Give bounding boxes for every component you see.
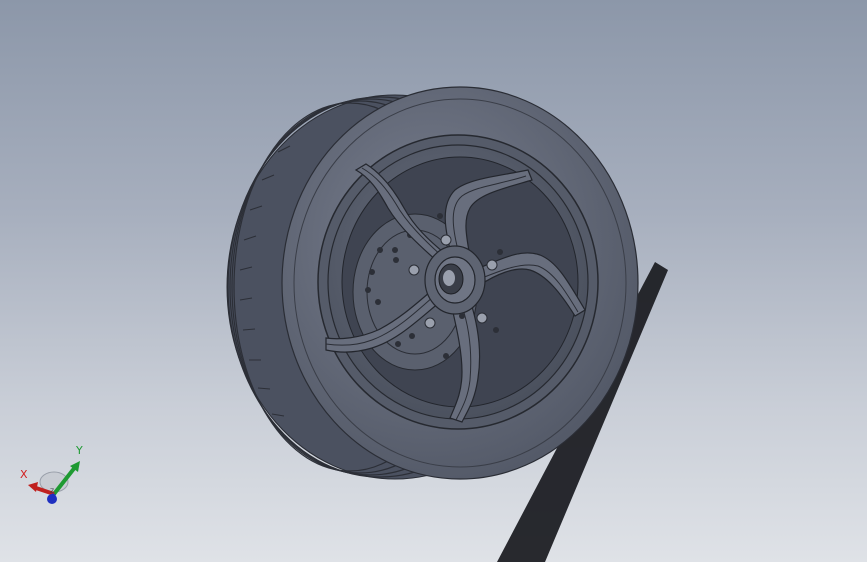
axis-x-label: X — [20, 468, 28, 481]
axis-z-label: Z — [50, 488, 54, 495]
axis-y-label: Y — [76, 444, 83, 457]
graphics-viewport[interactable]: Z X Y — [0, 0, 867, 562]
coordinate-triad: Z X Y — [14, 444, 94, 514]
wheel-model-render[interactable] — [0, 0, 867, 562]
